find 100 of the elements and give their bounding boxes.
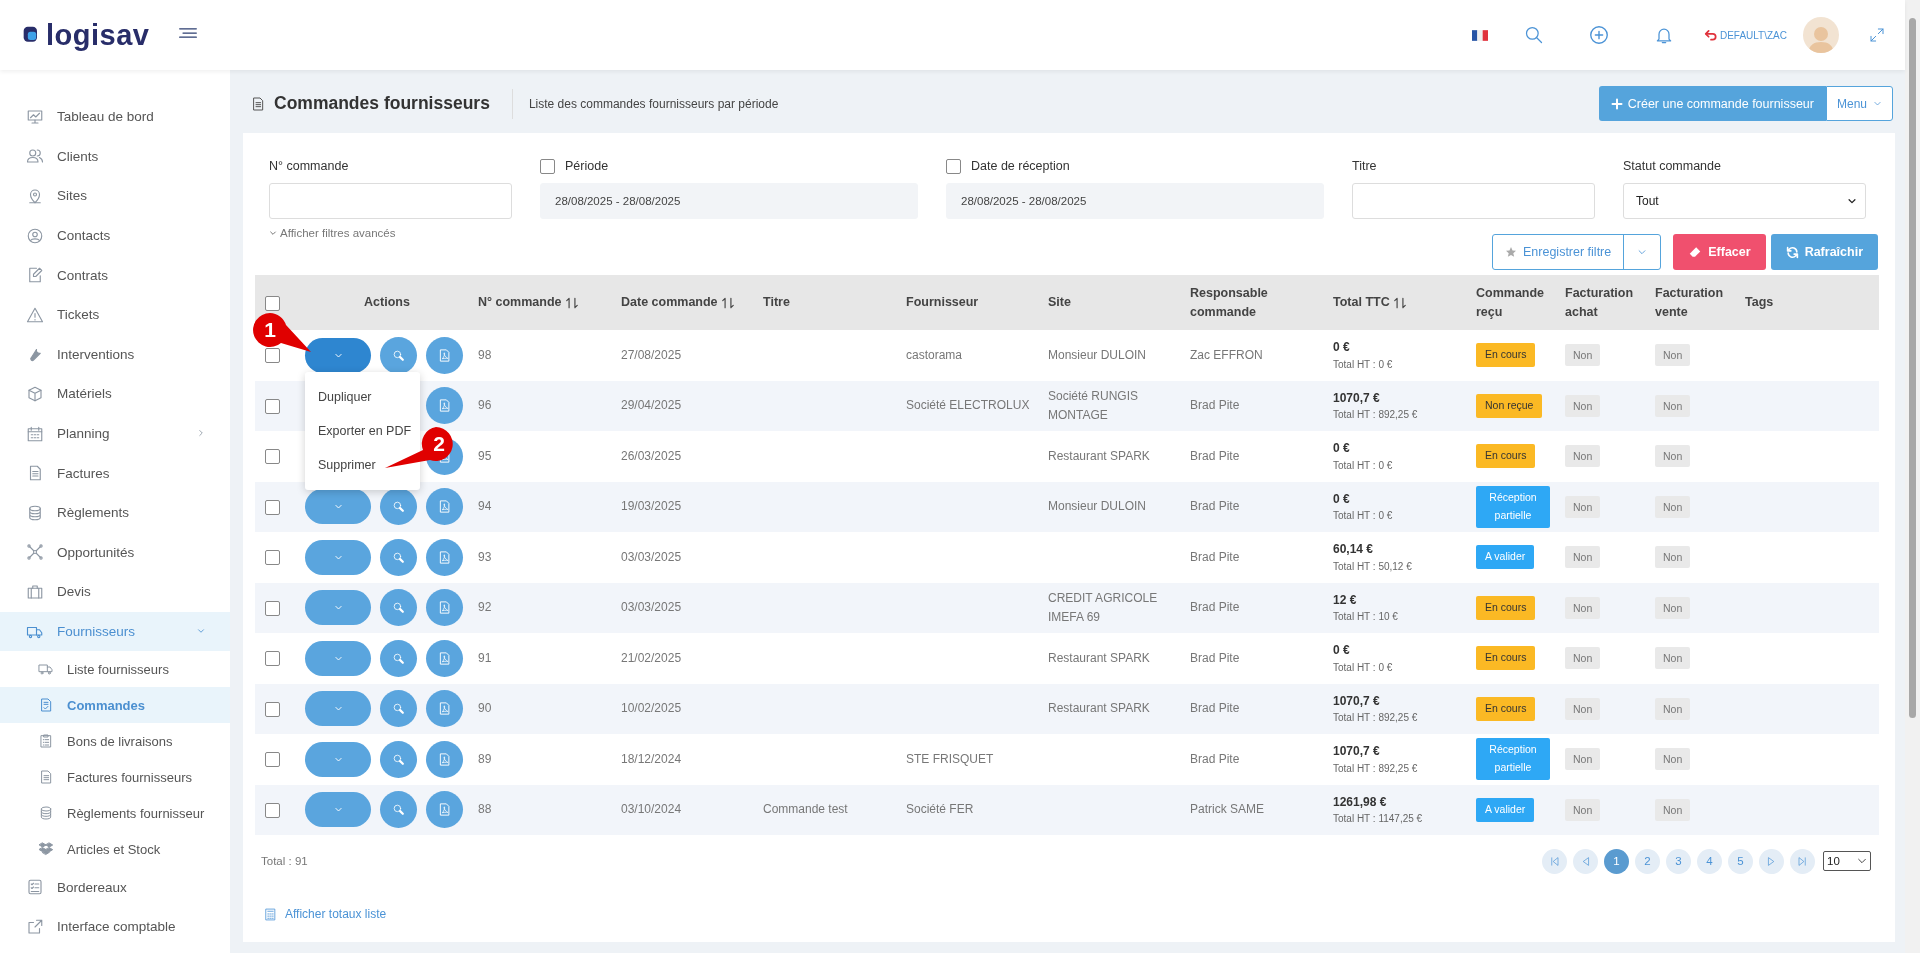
order-number: 96 [478,398,492,413]
total-ht: Total HT : 0 € [1333,458,1394,473]
status-badge: En cours [1476,696,1536,721]
status-badge: Non reçue [1476,393,1543,418]
total-ttc: 0 € [1333,490,1351,508]
order-number: 90 [478,701,492,716]
billing-badge: Non [1565,394,1601,417]
field-label: N° commande [269,159,349,173]
billing-badge: Non [1565,495,1601,518]
order-number: 95 [478,448,492,463]
total-ht: Total HT : 1147,25 € [1333,812,1424,827]
manager-name: Brad Pite [1190,650,1240,665]
total-ht: Total HT : 10 € [1333,610,1399,625]
manager-name: Brad Pite [1190,398,1240,413]
field-label: Titre [1352,159,1377,173]
billing-badge: Non [1565,697,1601,720]
total-ht: Total HT : 0 € [1333,660,1394,675]
order-date: 03/03/2025 [621,600,682,615]
billing-badge: Non [1655,798,1691,821]
status-badge: En cours [1476,595,1536,620]
order-date: 10/02/2025 [621,701,682,716]
billing-badge: Non [1565,798,1601,821]
order-number: 98 [478,347,492,362]
column-header: Fournisseur [906,295,979,310]
supplier-name: STE FRISQUET [906,751,994,766]
page-title: Commandes fournisseurs [274,93,490,114]
billing-badge: Non [1655,748,1691,771]
total-ttc: 0 € [1333,642,1351,660]
column-header: Site [1048,295,1071,310]
column-header: Titre [763,295,790,310]
total-ht: Total HT : 892,25 € [1333,761,1419,776]
billing-badge: Non [1655,344,1691,367]
supplier-name: Société ELECTROLUX [906,398,1030,413]
site-name: Société RUNGIS MONTAGE [1048,389,1139,422]
site-name: Monsieur DULOIN [1048,499,1147,514]
billing-badge: Non [1565,546,1601,569]
site-name: Monsieur DULOIN [1048,347,1147,362]
total-ttc: 60,14 € [1333,541,1375,559]
order-date: 29/04/2025 [621,398,682,413]
order-date: 03/10/2024 [621,802,682,817]
status-badge: A valider [1476,545,1535,570]
total-count: Total : 91 [261,855,308,867]
site-name: Restaurant SPARK [1048,701,1150,716]
order-date: 21/02/2025 [621,650,682,665]
billing-badge: Non [1565,748,1601,771]
supplier-name: castorama [906,347,963,362]
manager-name: Zac EFFRON [1190,347,1263,362]
status-badge: Réception partielle [1476,485,1550,528]
logo-text: logisav [46,18,150,52]
status-badge: A valider [1476,797,1535,822]
order-date: 19/03/2025 [621,499,682,514]
field-label: Date de réception [971,159,1070,173]
total-ttc: 1070,7 € [1333,389,1381,407]
manager-name: Brad Pite [1190,549,1240,564]
total-ht: Total HT : 892,25 € [1333,711,1419,726]
status-badge: En cours [1476,444,1536,469]
site-name: Restaurant SPARK [1048,650,1150,665]
manager-name: Brad Pite [1190,751,1240,766]
total-ht: Total HT : 50,12 € [1333,559,1413,574]
order-date: 18/12/2024 [621,751,682,766]
order-number: 88 [478,802,492,817]
status-badge: En cours [1476,646,1536,671]
billing-badge: Non [1655,445,1691,468]
order-number: 92 [478,600,492,615]
order-date: 03/03/2025 [621,549,682,564]
billing-badge: Non [1565,647,1601,670]
order-number: 89 [478,751,492,766]
billing-badge: Non [1655,596,1691,619]
supplier-name: Société FER [906,802,974,817]
column-header: Actions [364,295,410,310]
total-ht: Total HT : 0 € [1333,357,1394,372]
order-title: Commande test [763,802,848,817]
total-ttc: 1261,98 € [1333,793,1388,811]
total-ttc: 0 € [1333,339,1351,357]
billing-badge: Non [1655,495,1691,518]
total-ht: Total HT : 0 € [1333,509,1394,524]
manager-name: Patrick SAME [1190,802,1264,817]
column-header: Tags [1745,295,1774,310]
manager-name: Brad Pite [1190,448,1240,463]
manager-name: Brad Pite [1190,701,1240,716]
site-name: CREDIT AGRICOLE IMEFA 69 [1048,591,1158,624]
billing-badge: Non [1565,596,1601,619]
field-label: Statut commande [1623,159,1721,173]
billing-badge: Non [1655,546,1691,569]
page-subtitle: Liste des commandes fournisseurs par période [511,88,779,119]
column-header: Facturation vente [1655,286,1724,319]
billing-badge: Non [1655,647,1691,670]
column-header: Facturation achat [1565,286,1634,319]
billing-badge: Non [1655,697,1691,720]
billing-badge: Non [1565,445,1601,468]
total-ttc: 12 € [1333,591,1358,609]
total-ttc: 1070,7 € [1333,692,1381,710]
site-name: Restaurant SPARK [1048,448,1150,463]
billing-badge: Non [1655,394,1691,417]
order-number: 91 [478,650,492,665]
total-ht: Total HT : 892,25 € [1333,408,1419,423]
order-date: 27/08/2025 [621,347,682,362]
manager-name: Brad Pite [1190,600,1240,615]
order-number: 94 [478,499,492,514]
total-ttc: 0 € [1333,440,1351,458]
